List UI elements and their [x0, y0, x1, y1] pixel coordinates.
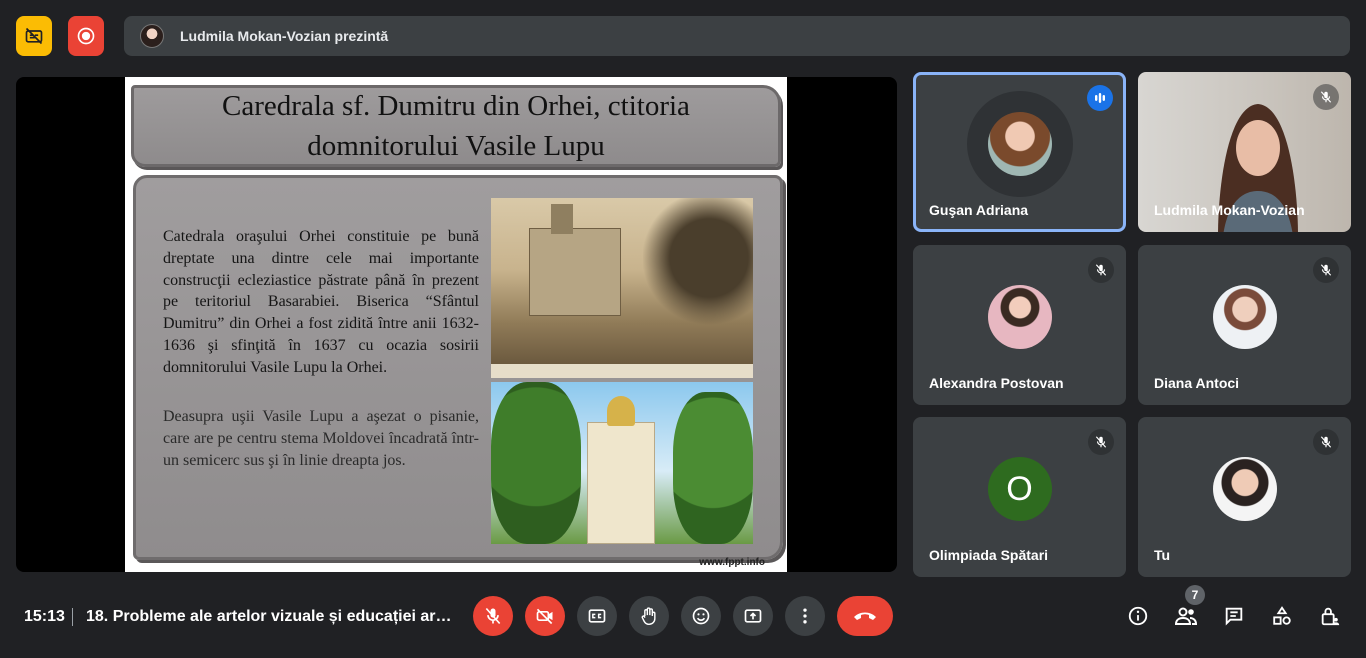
- chat-button[interactable]: [1218, 600, 1250, 632]
- speaking-indicator-icon: [1087, 85, 1113, 111]
- mic-off-icon: [1088, 257, 1114, 283]
- participant-name: Olimpiada Spătari: [929, 547, 1049, 563]
- avatar-initial: O: [987, 457, 1052, 521]
- host-controls-button[interactable]: [1314, 600, 1346, 632]
- captions-button[interactable]: [577, 596, 617, 636]
- people-icon: [1174, 605, 1198, 627]
- participant-name: Tu: [1154, 547, 1171, 563]
- present-screen-icon: [743, 606, 763, 626]
- slide-footer: www.fppt.info: [699, 557, 765, 568]
- participant-name: Guşan Adriana: [929, 202, 1029, 218]
- captions-off-button[interactable]: [16, 16, 52, 56]
- avatar: [1212, 285, 1277, 349]
- reactions-button[interactable]: [681, 596, 721, 636]
- participant-tile-alexandra-postovan[interactable]: Alexandra Postovan: [913, 245, 1126, 405]
- participant-name: Ludmila Mokan-Vozian: [1154, 202, 1305, 218]
- presenter-avatar: [140, 24, 164, 48]
- camera-toggle-button[interactable]: [525, 596, 565, 636]
- hang-up-icon: [852, 606, 878, 626]
- meeting-clock: 15:13: [24, 608, 65, 625]
- slide-title-banner: Caredrala sf. Dumitru din Orhei, ctitori…: [131, 85, 781, 167]
- recording-icon: [76, 26, 96, 46]
- participant-count-badge: 7: [1185, 585, 1205, 605]
- camera-off-icon: [535, 606, 555, 626]
- avatar: [987, 285, 1052, 349]
- slide-title: Caredrala sf. Dumitru din Orhei, ctitori…: [222, 90, 690, 162]
- hand-icon: [639, 606, 659, 626]
- mic-off-icon: [1313, 257, 1339, 283]
- participant-tile-olimpiada-spatari[interactable]: O Olimpiada Spătari: [913, 417, 1126, 577]
- more-options-button[interactable]: [785, 596, 825, 636]
- modern-church-photo: [491, 382, 753, 544]
- presenter-label: Ludmila Mokan-Vozian prezintă: [180, 28, 389, 44]
- avatar: [1212, 457, 1277, 521]
- mic-off-icon: [1313, 84, 1339, 110]
- participant-name: Alexandra Postovan: [929, 375, 1064, 391]
- slide-paragraph-1: Catedrala oraşului Orhei constituie pe b…: [163, 228, 479, 376]
- recording-button[interactable]: [68, 16, 104, 56]
- divider: [72, 608, 73, 626]
- mic-toggle-button[interactable]: [473, 596, 513, 636]
- participant-name: Diana Antoci: [1154, 375, 1240, 391]
- activities-button[interactable]: [1266, 600, 1298, 632]
- mic-off-icon: [1313, 429, 1339, 455]
- participant-tile-self[interactable]: Tu: [1138, 417, 1351, 577]
- presentation-stage[interactable]: Caredrala sf. Dumitru din Orhei, ctitori…: [16, 77, 897, 572]
- slide-body-banner: Catedrala oraşului Orhei constituie pe b…: [133, 175, 783, 560]
- participant-tile-diana-antoci[interactable]: Diana Antoci: [1138, 245, 1351, 405]
- mic-off-icon: [483, 606, 503, 626]
- info-icon: [1127, 605, 1149, 627]
- lock-person-icon: [1319, 605, 1341, 627]
- chat-icon: [1223, 605, 1245, 627]
- more-vertical-icon: [795, 606, 815, 626]
- captions-off-icon: [24, 26, 44, 46]
- mic-off-icon: [1088, 429, 1114, 455]
- participant-tile-ludmila-mokan-vozian[interactable]: Ludmila Mokan-Vozian: [1138, 72, 1351, 232]
- presenter-banner[interactable]: Ludmila Mokan-Vozian prezintă: [124, 16, 1350, 56]
- raise-hand-button[interactable]: [629, 596, 669, 636]
- meeting-details-button[interactable]: [1122, 600, 1154, 632]
- people-button[interactable]: [1170, 600, 1202, 632]
- slide-paragraph-2: Deasupra uşii Vasile Lupu a aşezat o pis…: [163, 408, 479, 469]
- leave-call-button[interactable]: [837, 596, 893, 636]
- slide: Caredrala sf. Dumitru din Orhei, ctitori…: [125, 77, 787, 572]
- emoji-icon: [691, 606, 711, 626]
- historic-church-photo: [491, 198, 753, 378]
- participant-tile-gusan-adriana[interactable]: Guşan Adriana: [913, 72, 1126, 232]
- activities-icon: [1271, 605, 1293, 627]
- closed-captions-icon: [587, 606, 607, 626]
- avatar: [987, 112, 1052, 176]
- present-screen-button[interactable]: [733, 596, 773, 636]
- meeting-title[interactable]: 18. Probleme ale artelor vizuale și educ…: [86, 608, 452, 626]
